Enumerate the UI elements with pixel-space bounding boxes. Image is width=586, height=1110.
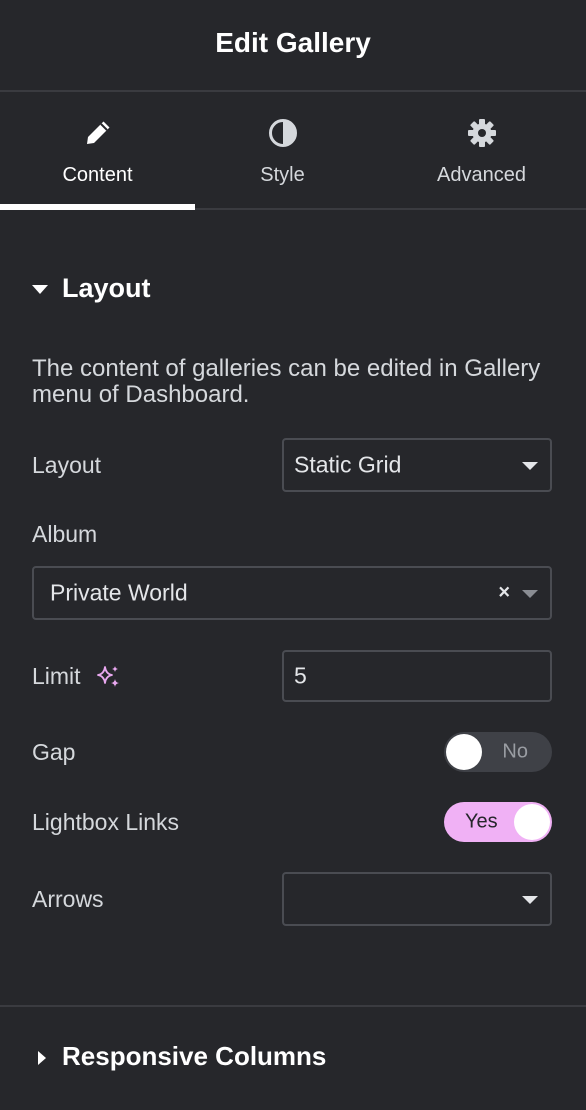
layout-select[interactable]: Static Grid: [282, 438, 552, 492]
limit-input[interactable]: 5: [282, 650, 552, 702]
responsive-columns-title: Responsive Columns: [62, 1041, 327, 1071]
layout-section-title: Layout: [62, 272, 151, 303]
pencil-icon: [86, 121, 109, 144]
layout-section-toggle[interactable]: Layout: [32, 270, 151, 306]
caret-right-icon: [38, 1051, 46, 1065]
responsive-columns-section[interactable]: Responsive Columns: [0, 1005, 586, 1110]
lightbox-links-label: Lightbox Links: [32, 809, 180, 835]
tab-content-label: Content: [62, 164, 133, 186]
panel-title: Edit Gallery: [215, 27, 371, 58]
gap-label: Gap: [32, 739, 76, 765]
gear-icon: [467, 119, 496, 147]
album-label: Album: [32, 521, 98, 547]
caret-down-icon: [32, 284, 48, 294]
chevron-down-icon: [522, 462, 538, 470]
limit-input-value: 5: [294, 662, 307, 689]
tab-style-label: Style: [260, 164, 305, 186]
lightbox-toggle-label: Yes: [465, 810, 498, 833]
tab-style[interactable]: Style: [185, 92, 380, 208]
layout-label: Layout: [32, 452, 102, 478]
toggle-knob: [446, 734, 482, 770]
tab-advanced[interactable]: Advanced: [384, 92, 579, 208]
gallery-note: The content of galleries can be edited i…: [32, 355, 541, 408]
tab-bar: Content Style Advanced: [0, 92, 586, 210]
lightbox-links-toggle[interactable]: Yes: [444, 802, 552, 842]
layout-select-value: Static Grid: [294, 451, 402, 478]
toggle-knob: [514, 804, 550, 840]
clear-icon[interactable]: ×: [498, 582, 510, 605]
arrows-select[interactable]: [282, 872, 552, 926]
chevron-down-icon: [522, 896, 538, 904]
album-select[interactable]: Private World ×: [32, 566, 552, 620]
chevron-down-icon: [522, 590, 538, 598]
tab-content[interactable]: Content: [0, 92, 195, 210]
active-tab-indicator: [0, 204, 195, 210]
gap-toggle[interactable]: No: [444, 732, 552, 772]
limit-label: Limit: [32, 663, 81, 689]
panel-header: Edit Gallery: [0, 0, 586, 92]
gap-toggle-label: No: [502, 740, 528, 763]
arrows-label: Arrows: [32, 886, 104, 912]
half-circle-contrast-icon: [268, 119, 297, 147]
ai-sparkle-icon[interactable]: [95, 664, 121, 690]
album-select-value: Private World: [50, 579, 188, 606]
tab-advanced-label: Advanced: [437, 164, 526, 186]
